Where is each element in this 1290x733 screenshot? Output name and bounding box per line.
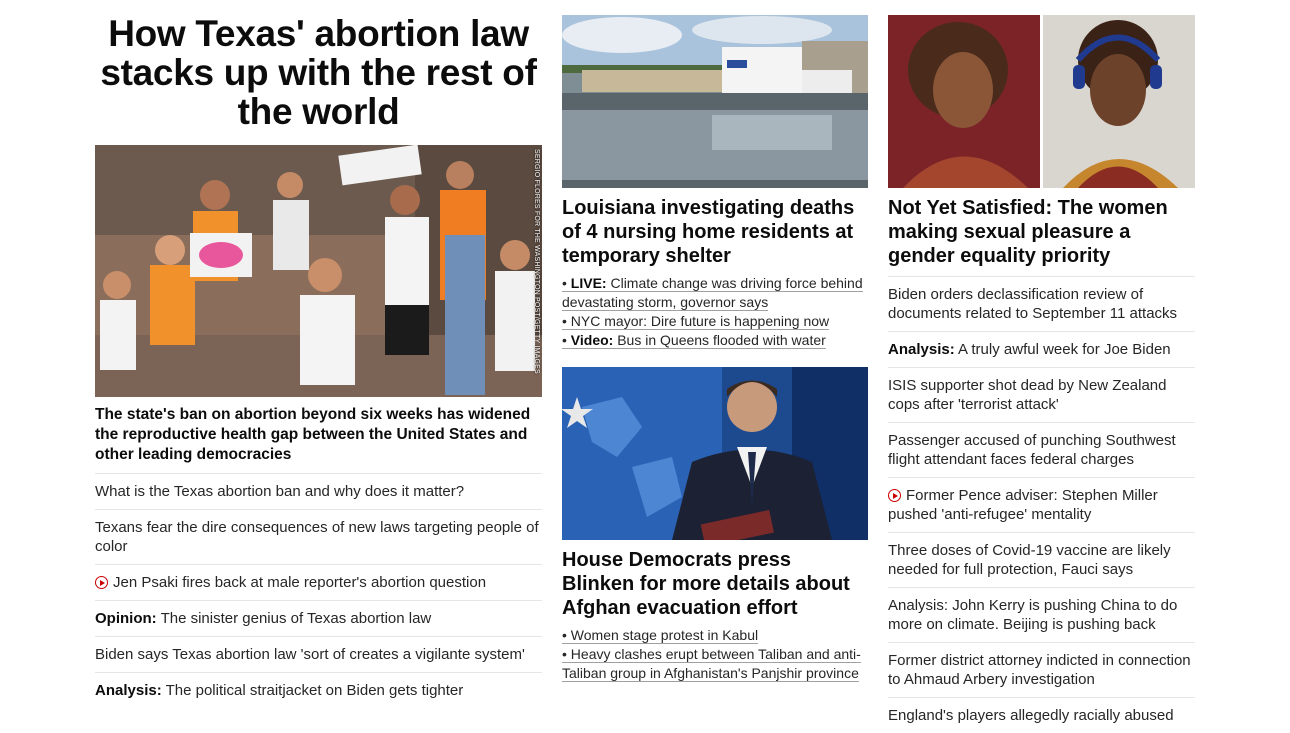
story-link[interactable]: England's players allegedly racially abu… (888, 707, 1174, 724)
play-video-icon (888, 489, 901, 502)
list-item[interactable]: Biden says Texas abortion law 'sort of c… (95, 636, 542, 672)
story-link[interactable]: • Women stage protest in Kabul (562, 627, 759, 644)
story-link[interactable]: Former district attorney indicted in con… (888, 652, 1191, 688)
story-link[interactable]: Biden says Texas abortion law 'sort of c… (95, 646, 525, 663)
lead-story-description[interactable]: The state's ban on abortion beyond six w… (95, 405, 542, 465)
story-link[interactable]: • Video: Bus in Queens flooded with wate… (562, 332, 826, 349)
story-link[interactable]: • LIVE: Climate change was driving force… (562, 275, 863, 311)
list-item[interactable]: Passenger accused of punching Southwest … (888, 422, 1195, 477)
not-yet-satisfied-photo[interactable] (888, 15, 1195, 188)
story-link[interactable]: Jen Psaki fires back at male reporter's … (113, 574, 486, 591)
blinken-headline[interactable]: House Democrats press Blinken for more d… (562, 548, 868, 620)
list-item[interactable]: What is the Texas abortion ban and why d… (95, 473, 542, 509)
lead-story-column: How Texas' abortion law stacks up with t… (95, 0, 542, 708)
list-item[interactable]: Analysis: The political straitjacket on … (95, 672, 542, 708)
story-link[interactable]: ISIS supporter shot dead by New Zealand … (888, 377, 1167, 413)
list-item[interactable]: Three doses of Covid-19 vaccine are like… (888, 532, 1195, 587)
list-item[interactable]: • LIVE: Climate change was driving force… (562, 274, 868, 312)
list-item[interactable]: England's players allegedly racially abu… (888, 697, 1195, 733)
list-item[interactable]: Former district attorney indicted in con… (888, 642, 1195, 697)
story-link[interactable]: A truly awful week for Joe Biden (958, 341, 1171, 358)
list-item[interactable]: Opinion: The sinister genius of Texas ab… (95, 600, 542, 636)
live-label: LIVE: (570, 275, 607, 291)
list-item[interactable]: Former Pence adviser: Stephen Miller pus… (888, 477, 1195, 532)
story-label: Analysis: (95, 682, 162, 699)
list-item[interactable]: Jen Psaki fires back at male reporter's … (95, 564, 542, 600)
list-item[interactable]: • NYC mayor: Dire future is happening no… (562, 312, 868, 331)
story-label: Analysis: (888, 341, 955, 358)
lead-story-photo[interactable]: SERGIO FLORES FOR THE WASHINGTON POST/GE… (95, 145, 542, 397)
list-item[interactable]: • Heavy clashes erupt between Taliban an… (562, 645, 868, 683)
story-link[interactable]: The sinister genius of Texas abortion la… (161, 610, 432, 627)
story-label: Opinion: (95, 610, 157, 627)
blinken-image (562, 367, 868, 540)
list-item[interactable]: • Video: Bus in Queens flooded with wate… (562, 331, 868, 350)
middle-column: Louisiana investigating deaths of 4 nurs… (562, 0, 868, 683)
story-link[interactable]: Biden orders declassification review of … (888, 286, 1177, 322)
lead-related-list: What is the Texas abortion ban and why d… (95, 473, 542, 708)
protest-image (95, 145, 542, 397)
list-item[interactable]: Texans fear the dire consequences of new… (95, 509, 542, 564)
play-video-icon (95, 576, 108, 589)
story-link[interactable]: Three doses of Covid-19 vaccine are like… (888, 542, 1171, 578)
louisiana-related-list: • LIVE: Climate change was driving force… (562, 274, 868, 350)
blinken-photo[interactable] (562, 367, 868, 540)
afghan-related-list: • Women stage protest in Kabul • Heavy c… (562, 626, 868, 683)
right-column: Not Yet Satisfied: The women making sexu… (888, 0, 1195, 733)
louisiana-photo[interactable] (562, 15, 868, 188)
story-link[interactable]: Analysis: John Kerry is pushing China to… (888, 597, 1177, 633)
story-link[interactable]: Texans fear the dire consequences of new… (95, 519, 539, 555)
flood-shelter-image (562, 15, 868, 188)
top-stories-list: Biden orders declassification review of … (888, 276, 1195, 733)
story-link[interactable]: Former Pence adviser: Stephen Miller pus… (888, 487, 1158, 523)
lead-story-title[interactable]: How Texas' abortion law stacks up with t… (95, 14, 542, 131)
story-link[interactable]: What is the Texas abortion ban and why d… (95, 483, 464, 500)
list-item[interactable]: ISIS supporter shot dead by New Zealand … (888, 367, 1195, 422)
video-label: Video: (570, 332, 614, 348)
list-item[interactable]: Analysis: A truly awful week for Joe Bid… (888, 331, 1195, 367)
photo-credit: SERGIO FLORES FOR THE WASHINGTON POST/GE… (533, 149, 540, 374)
story-link[interactable]: Passenger accused of punching Southwest … (888, 432, 1176, 468)
story-link[interactable]: • NYC mayor: Dire future is happening no… (562, 313, 830, 330)
list-item[interactable]: • Women stage protest in Kabul (562, 626, 868, 645)
louisiana-headline[interactable]: Louisiana investigating deaths of 4 nurs… (562, 196, 868, 268)
story-link[interactable]: • Heavy clashes erupt between Taliban an… (562, 646, 861, 682)
two-women-image (888, 15, 1195, 188)
story-link[interactable]: The political straitjacket on Biden gets… (166, 682, 464, 699)
list-item[interactable]: Biden orders declassification review of … (888, 276, 1195, 331)
list-item[interactable]: Analysis: John Kerry is pushing China to… (888, 587, 1195, 642)
not-yet-satisfied-headline[interactable]: Not Yet Satisfied: The women making sexu… (888, 196, 1195, 268)
